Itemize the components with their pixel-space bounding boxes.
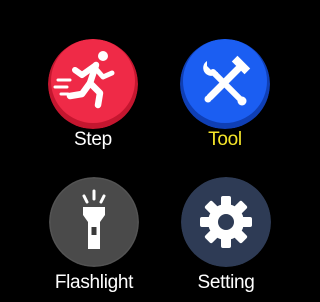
- setting-button-shape: [181, 177, 271, 267]
- gear-icon: [200, 196, 252, 248]
- tool-button[interactable]: [180, 39, 270, 129]
- setting-label: Setting: [197, 272, 255, 293]
- tool-button-shape: [180, 39, 270, 129]
- tool-label: Tool: [208, 129, 242, 150]
- app-flashlight[interactable]: Flashlight: [49, 177, 139, 297]
- flashlight-label: Flashlight: [54, 272, 134, 293]
- setting-button[interactable]: [181, 177, 271, 267]
- step-label: Step: [74, 129, 112, 150]
- step-button[interactable]: [48, 39, 138, 129]
- app-tool[interactable]: Tool: [180, 39, 270, 159]
- flashlight-button[interactable]: [49, 177, 139, 267]
- app-setting[interactable]: Setting: [181, 177, 271, 297]
- step-button-shape: [48, 39, 138, 129]
- app-step[interactable]: Step: [48, 39, 138, 159]
- flashlight-button-shape: [49, 177, 139, 267]
